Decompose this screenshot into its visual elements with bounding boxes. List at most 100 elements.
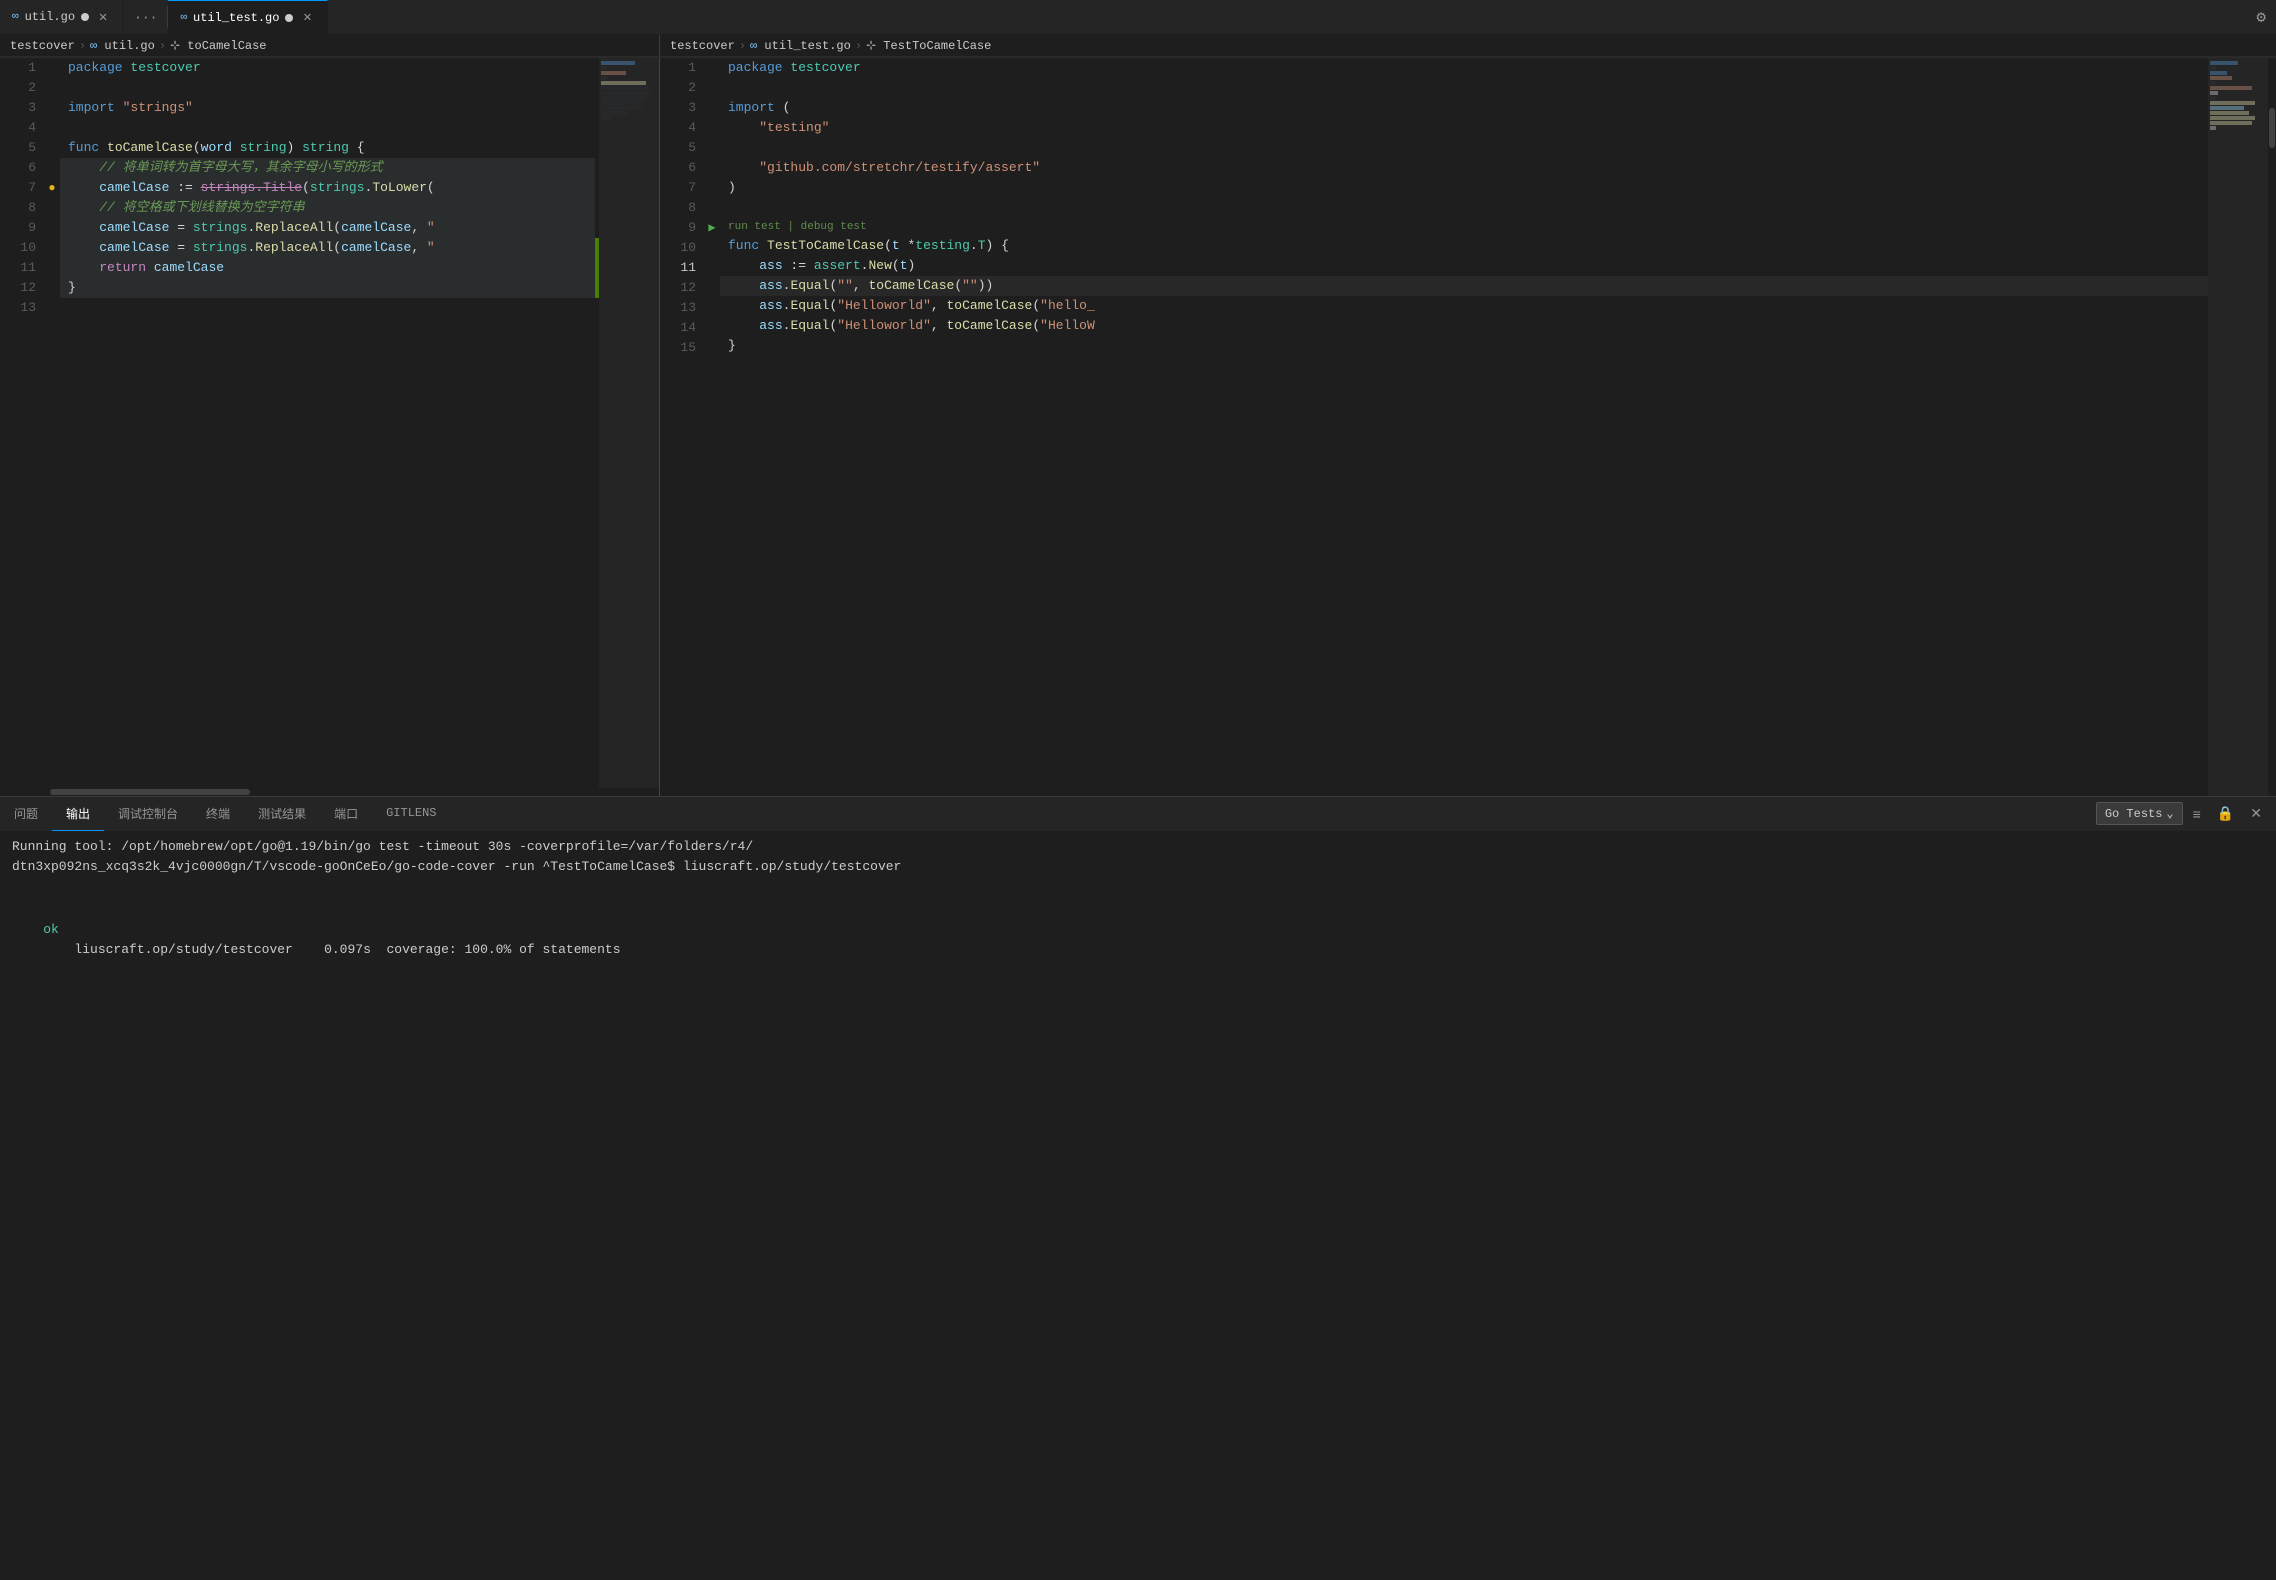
minimap-line (601, 96, 646, 100)
tab-ports-label: 端口 (334, 805, 358, 822)
minimap-r6 (2210, 86, 2252, 90)
gutter-r2 (704, 78, 720, 98)
left-scroll-thumb[interactable] (50, 789, 250, 795)
code-line-left-1: package testcover (60, 58, 595, 78)
gutter-11 (44, 258, 60, 278)
minimap-r9 (2210, 101, 2255, 105)
right-gutter: ▶ (704, 58, 720, 796)
tab-more-button[interactable]: ··· (124, 0, 167, 34)
minimap-line (601, 66, 607, 70)
ln-right-9: 9 (672, 218, 696, 238)
tab-close-util-go[interactable]: ✕ (95, 9, 111, 25)
editor-settings-button[interactable]: ⚙ (2246, 0, 2276, 34)
tab-util-test-go-label: util_test.go (193, 11, 279, 25)
tab-close-util-test-go[interactable]: ✕ (299, 10, 315, 26)
gutter-5 (44, 138, 60, 158)
minimap-r14 (2210, 126, 2216, 130)
gutter-run-icon[interactable]: ▶ (704, 218, 720, 238)
right-minimap-content (2208, 58, 2268, 133)
tab-gitlens[interactable]: GITLENS (372, 797, 450, 831)
terminal-line-4: ok liuscraft.op/study/testcover 0.097s c… (12, 899, 2264, 982)
terminal-ok-text: ok (43, 922, 59, 937)
right-vscrollbar[interactable] (2268, 58, 2276, 796)
terminal-line-3 (12, 878, 2264, 899)
minimap-line (601, 61, 635, 65)
ln-right-13: 13 (672, 298, 696, 318)
tab-util-test-go[interactable]: ∞ util_test.go ✕ (168, 0, 328, 34)
code-line-right-10: ass := assert.New(t) (720, 256, 2208, 276)
tab-util-go[interactable]: ∞ util.go ✕ (0, 0, 124, 34)
tab-test-results[interactable]: 测试结果 (244, 797, 320, 831)
right-code-content[interactable]: run package tests | run file tests packa… (720, 58, 2208, 796)
go-tests-dropdown[interactable]: Go Tests ⌄ (2096, 802, 2183, 825)
code-line-right-5 (720, 138, 2208, 158)
code-line-left-2 (60, 78, 595, 98)
code-line-right-1: package testcover (720, 58, 2208, 78)
left-gutter: ● (44, 58, 60, 788)
more-tabs-icon: ··· (134, 10, 157, 25)
ln-left-3: 3 (12, 98, 36, 118)
ln-left-8: 8 (12, 198, 36, 218)
tab-test-results-label: 测试结果 (258, 805, 306, 822)
code-line-right-11: ass.Equal("", toCamelCase("")) (720, 276, 2208, 296)
breadcrumb-testcover-right[interactable]: testcover (670, 39, 735, 53)
breadcrumb-testcover-left[interactable]: testcover (10, 39, 75, 53)
run-test-debug-annotation[interactable]: run test | debug test (720, 218, 2208, 236)
ln-right-10: 10 (672, 238, 696, 258)
bottom-right-controls: Go Tests ⌄ ≡ 🔒 ✕ (2096, 797, 2276, 831)
minimap-line (601, 101, 643, 105)
list-view-button[interactable]: ≡ (2187, 802, 2207, 826)
ln-right-6: 6 (672, 158, 696, 178)
left-scrollbar[interactable] (0, 788, 659, 796)
gutter-r10 (704, 238, 720, 258)
minimap-line (601, 116, 612, 120)
code-line-left-7: camelCase := strings.Title(strings.ToLow… (60, 178, 595, 198)
code-line-left-9: camelCase = strings.ReplaceAll(camelCase… (60, 218, 595, 238)
breadcrumb-sep-1: › (79, 39, 86, 53)
minimap-r7 (2210, 91, 2218, 95)
minimap-line (601, 81, 646, 85)
gutter-1 (44, 58, 60, 78)
dropdown-chevron-icon: ⌄ (2166, 806, 2173, 821)
left-editor-scroll[interactable]: 1 2 3 4 5 6 7 8 9 10 11 12 13 (0, 58, 659, 788)
left-line-numbers: 1 2 3 4 5 6 7 8 9 10 11 12 13 (0, 58, 44, 788)
terminal-package: liuscraft.op/study/testcover 0.097s cove… (43, 942, 620, 957)
left-editor-pane: 1 2 3 4 5 6 7 8 9 10 11 12 13 (0, 58, 660, 796)
tab-terminal-label: 终端 (206, 805, 230, 822)
ln-right-3: 3 (672, 98, 696, 118)
code-line-right-4: "testing" (720, 118, 2208, 138)
clear-button[interactable]: ✕ (2244, 801, 2268, 826)
minimap-r8 (2210, 96, 2216, 100)
breadcrumb-left: testcover › ∞ util.go › ⊹ toCamelCase (0, 35, 660, 57)
breadcrumb-sep-4: › (855, 39, 862, 53)
gutter-3 (44, 98, 60, 118)
code-line-left-10: camelCase = strings.ReplaceAll(camelCase… (60, 238, 595, 258)
left-code-content[interactable]: package testcover import "strings" func … (60, 58, 595, 788)
minimap-line (601, 71, 626, 75)
gutter-9 (44, 218, 60, 238)
minimap-r10 (2210, 106, 2244, 110)
tab-util-go-label: util.go (25, 10, 75, 24)
ln-left-7: 7 (12, 178, 36, 198)
breadcrumb-utilgo[interactable]: ∞ util.go (90, 39, 155, 53)
minimap-r3 (2210, 71, 2227, 75)
ln-right-5: 5 (672, 138, 696, 158)
minimap-r13 (2210, 121, 2252, 125)
gutter-r15 (704, 338, 720, 358)
tab-terminal[interactable]: 终端 (192, 797, 244, 831)
breadcrumb-utiltestgo[interactable]: ∞ util_test.go (750, 39, 851, 53)
minimap-r12 (2210, 116, 2255, 120)
breadcrumb-tocamelcase[interactable]: ⊹ toCamelCase (170, 38, 266, 53)
breadcrumb-testtocamelcase[interactable]: ⊹ TestToCamelCase (866, 38, 991, 53)
tab-ports[interactable]: 端口 (320, 797, 372, 831)
tab-output[interactable]: 输出 (52, 797, 104, 831)
right-editor-scroll[interactable]: 1 2 3 4 5 6 7 8 9 10 11 12 13 14 15 (660, 58, 2276, 796)
tab-debug-console[interactable]: 调试控制台 (104, 797, 192, 831)
ln-right-8: 8 (672, 198, 696, 218)
editors-container: 1 2 3 4 5 6 7 8 9 10 11 12 13 (0, 58, 2276, 796)
gutter-r14 (704, 318, 720, 338)
code-line-left-3: import "strings" (60, 98, 595, 118)
tab-problems[interactable]: 问题 (0, 797, 52, 831)
right-vscroll-thumb[interactable] (2269, 108, 2275, 148)
lock-button[interactable]: 🔒 (2211, 801, 2240, 826)
